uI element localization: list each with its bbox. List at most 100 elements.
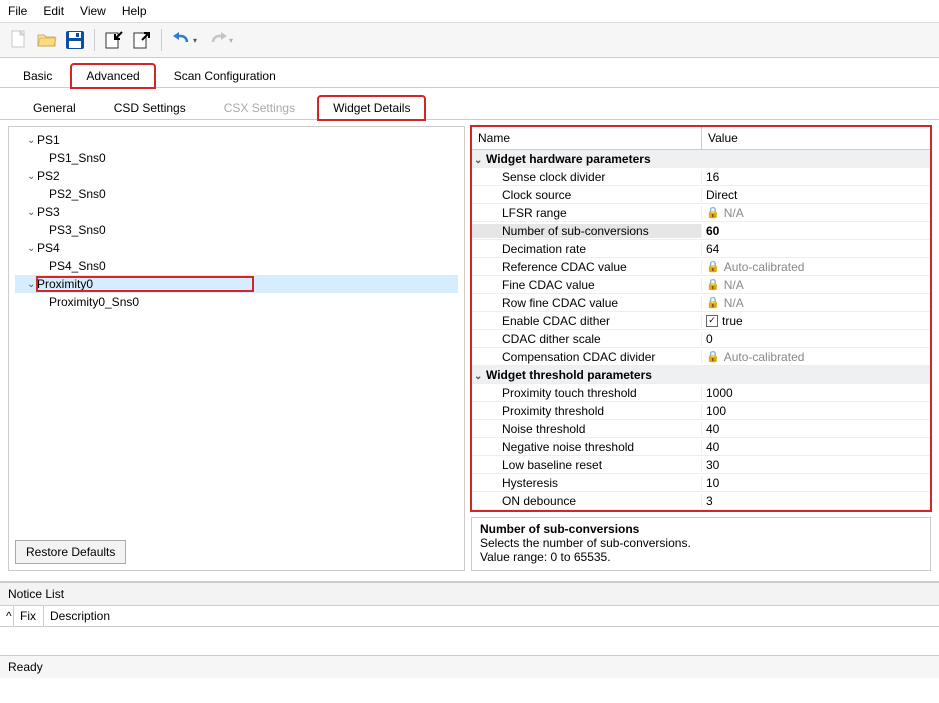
property-name: Noise threshold [472, 422, 702, 436]
tree-item-proximity0[interactable]: ⌄Proximity0 [15, 275, 458, 293]
property-row[interactable]: Clock sourceDirect [472, 186, 930, 204]
menu-edit[interactable]: Edit [43, 4, 64, 18]
redo-button[interactable]: ▾ [204, 27, 238, 53]
checkbox-icon[interactable]: ✓ [706, 315, 718, 327]
property-value[interactable]: ✓ true [702, 314, 930, 328]
property-row[interactable]: ON debounce3 [472, 492, 930, 510]
property-value[interactable]: 16 [702, 170, 930, 184]
property-grid: Name Value ⌄Widget hardware parametersSe… [471, 126, 931, 511]
tab-general[interactable]: General [18, 96, 91, 119]
property-value: 🔒Auto-calibrated [702, 350, 930, 364]
tree-item-ps2[interactable]: ⌄PS2 [15, 167, 458, 185]
import-button[interactable] [101, 27, 127, 53]
open-folder-button[interactable] [34, 27, 60, 53]
undo-button[interactable]: ▾ [168, 27, 202, 53]
property-group[interactable]: ⌄Widget threshold parameters [472, 366, 930, 384]
sub-tabs: General CSD Settings CSX Settings Widget… [0, 88, 939, 120]
property-name: Low baseline reset [472, 458, 702, 472]
property-value[interactable]: 1000 [702, 386, 930, 400]
new-file-button[interactable] [6, 27, 32, 53]
lock-icon: 🔒 [706, 278, 720, 291]
property-row[interactable]: Sense clock divider16 [472, 168, 930, 186]
notice-list-body [0, 627, 939, 655]
property-value[interactable]: 3 [702, 494, 930, 508]
property-row[interactable]: Proximity touch threshold1000 [472, 384, 930, 402]
tree-item-ps3[interactable]: ⌄PS3 [15, 203, 458, 221]
property-row[interactable]: Decimation rate64 [472, 240, 930, 258]
chevron-down-icon: ▾ [229, 36, 233, 45]
save-button[interactable] [62, 27, 88, 53]
tree-caret-icon[interactable]: ⌄ [27, 207, 37, 218]
tab-basic[interactable]: Basic [8, 64, 67, 87]
property-value[interactable]: 100 [702, 404, 930, 418]
tree-item-ps2_sns0[interactable]: PS2_Sns0 [15, 185, 458, 203]
export-button[interactable] [129, 27, 155, 53]
property-value-text: true [722, 314, 743, 328]
tree-item-proximity0_sns0[interactable]: Proximity0_Sns0 [15, 293, 458, 311]
notice-fix-col[interactable]: Fix [14, 606, 44, 626]
toolbar-separator [94, 29, 95, 51]
property-row[interactable]: Enable CDAC dither ✓ true [472, 312, 930, 330]
tab-csd-settings[interactable]: CSD Settings [99, 96, 201, 119]
tab-advanced[interactable]: Advanced [71, 64, 154, 88]
property-value[interactable]: 40 [702, 422, 930, 436]
property-name: LFSR range [472, 206, 702, 220]
property-value: 🔒Auto-calibrated [702, 260, 930, 274]
property-row[interactable]: LFSR range🔒N/A [472, 204, 930, 222]
tree-item-ps3_sns0[interactable]: PS3_Sns0 [15, 221, 458, 239]
header-value: Value [702, 127, 744, 149]
property-row[interactable]: Low baseline reset30 [472, 456, 930, 474]
property-row[interactable]: Reference CDAC value🔒Auto-calibrated [472, 258, 930, 276]
property-row[interactable]: CDAC dither scale0 [472, 330, 930, 348]
property-value[interactable]: 60 [702, 224, 930, 238]
menu-view[interactable]: View [80, 4, 106, 18]
property-row[interactable]: Fine CDAC value🔒N/A [472, 276, 930, 294]
tree-caret-icon[interactable]: ⌄ [27, 135, 37, 146]
menu-help[interactable]: Help [122, 4, 147, 18]
menu-file[interactable]: File [8, 4, 27, 18]
tab-widget-details[interactable]: Widget Details [318, 96, 425, 120]
property-value[interactable]: Direct [702, 188, 930, 202]
property-row[interactable]: Negative noise threshold40 [472, 438, 930, 456]
tree-item-ps1_sns0[interactable]: PS1_Sns0 [15, 149, 458, 167]
notice-desc-col[interactable]: Description [44, 606, 939, 626]
property-name: CDAC dither scale [472, 332, 702, 346]
redo-icon [209, 32, 227, 48]
property-name: Negative noise threshold [472, 440, 702, 454]
property-value[interactable]: 40 [702, 440, 930, 454]
property-value[interactable]: 30 [702, 458, 930, 472]
tree-caret-icon[interactable]: ⌄ [27, 279, 37, 290]
property-row[interactable]: Compensation CDAC divider🔒Auto-calibrate… [472, 348, 930, 366]
chevron-down-icon: ⌄ [474, 155, 484, 166]
tree-item-ps4_sns0[interactable]: PS4_Sns0 [15, 257, 458, 275]
property-value[interactable]: 10 [702, 476, 930, 490]
property-value[interactable]: 64 [702, 242, 930, 256]
property-group[interactable]: ⌄Widget hardware parameters [472, 150, 930, 168]
tab-scan-configuration[interactable]: Scan Configuration [159, 64, 291, 87]
property-name: ON debounce [472, 494, 702, 508]
property-name: Enable CDAC dither [472, 314, 702, 328]
property-value-text: N/A [724, 278, 744, 292]
tree-caret-icon[interactable]: ⌄ [27, 243, 37, 254]
property-value-text: Auto-calibrated [724, 260, 805, 274]
property-name: Reference CDAC value [472, 260, 702, 274]
property-row[interactable]: Hysteresis10 [472, 474, 930, 492]
restore-defaults-button[interactable]: Restore Defaults [15, 540, 126, 564]
toolbar: ▾ ▾ [0, 23, 939, 58]
tree-item-ps1[interactable]: ⌄PS1 [15, 131, 458, 149]
property-row[interactable]: Proximity threshold100 [472, 402, 930, 420]
property-value-text: Auto-calibrated [724, 350, 805, 364]
property-value-text: N/A [724, 206, 744, 220]
tree-caret-icon[interactable]: ⌄ [27, 171, 37, 182]
property-name: Proximity threshold [472, 404, 702, 418]
widget-tree[interactable]: ⌄PS1PS1_Sns0⌄PS2PS2_Sns0⌄PS3PS3_Sns0⌄PS4… [15, 131, 458, 534]
tree-item-ps4[interactable]: ⌄PS4 [15, 239, 458, 257]
chevron-down-icon: ⌄ [474, 371, 484, 382]
property-name: Hysteresis [472, 476, 702, 490]
property-row[interactable]: Number of sub-conversions60 [472, 222, 930, 240]
property-value[interactable]: 0 [702, 332, 930, 346]
property-row[interactable]: Row fine CDAC value🔒N/A [472, 294, 930, 312]
notice-expand-col[interactable]: ^ [0, 606, 14, 626]
property-row[interactable]: Noise threshold40 [472, 420, 930, 438]
notice-list-header: ^ Fix Description [0, 606, 939, 627]
